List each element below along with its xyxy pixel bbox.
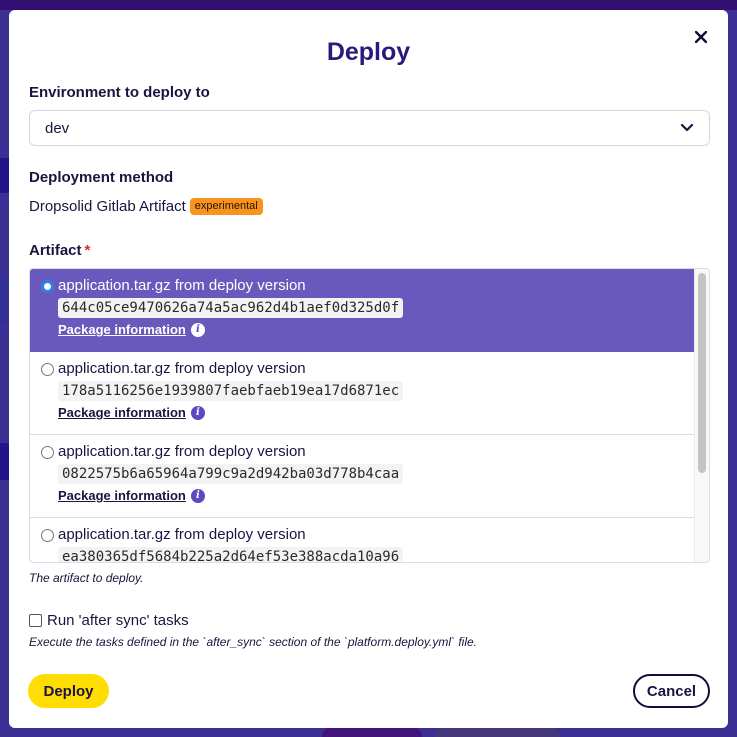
artifact-option[interactable]: application.tar.gz from deploy version 0… (30, 435, 695, 518)
artifact-radio[interactable] (41, 446, 54, 459)
deployment-method-value: Dropsolid Gitlab Artifact experimental (29, 198, 263, 215)
deployment-method-name: Dropsolid Gitlab Artifact (29, 198, 186, 215)
info-icon[interactable]: i (190, 405, 205, 420)
artifact-radio[interactable] (41, 529, 54, 542)
environment-select[interactable]: dev (29, 110, 710, 146)
experimental-badge: experimental (189, 198, 263, 215)
artifact-hash: 644c05ce9470626a74a5ac962d4b1aef0d325d0f (58, 298, 404, 318)
environment-label: Environment to deploy to (29, 84, 210, 101)
after-sync-help-text: Execute the tasks defined in the `after_… (29, 635, 477, 649)
scrollbar-thumb[interactable] (698, 273, 706, 473)
deployment-method-label: Deployment method (29, 169, 174, 186)
artifact-list-scrollbar[interactable] (694, 269, 709, 562)
artifact-label-text: Artifact (29, 242, 82, 259)
after-sync-label[interactable]: Run 'after sync' tasks (47, 612, 189, 629)
environment-selected-value: dev (45, 119, 70, 137)
artifact-option[interactable]: application.tar.gz from deploy version 6… (30, 269, 695, 352)
background-nav-item (0, 443, 9, 480)
artifact-option[interactable]: application.tar.gz from deploy version e… (30, 518, 695, 562)
artifact-title: application.tar.gz from deploy version (58, 443, 306, 460)
cancel-button[interactable]: Cancel (633, 674, 710, 708)
artifact-list[interactable]: application.tar.gz from deploy version 6… (29, 268, 710, 563)
close-icon (694, 30, 708, 44)
after-sync-option[interactable]: Run 'after sync' tasks (29, 612, 189, 629)
background-header (0, 0, 737, 10)
after-sync-checkbox[interactable] (29, 614, 42, 627)
artifact-hash: 178a5116256e1939807faebfaeb19ea17d6871ec (58, 381, 404, 401)
artifact-title: application.tar.gz from deploy version (58, 360, 306, 377)
deploy-button[interactable]: Deploy (28, 674, 109, 708)
package-information-link[interactable]: Package information (58, 405, 186, 420)
background-button (435, 727, 560, 737)
artifact-title: application.tar.gz from deploy version (58, 526, 306, 543)
artifact-hash: 0822575b6a65964a799c9a2d942ba03d778b4caa (58, 464, 404, 484)
chevron-down-icon (680, 121, 694, 135)
artifact-radio[interactable] (41, 363, 54, 376)
deploy-modal: Deploy Environment to deploy to dev Depl… (9, 10, 728, 728)
package-information-link[interactable]: Package information (58, 488, 186, 503)
artifact-radio[interactable] (41, 280, 54, 293)
background-nav-item (0, 158, 9, 193)
artifact-hash: ea380365df5684b225a2d64ef53e388acda10a96 (58, 547, 404, 562)
artifact-option[interactable]: application.tar.gz from deploy version 1… (30, 352, 695, 435)
artifact-label: Artifact * (29, 242, 90, 259)
artifact-help-text: The artifact to deploy. (29, 571, 144, 585)
info-icon[interactable]: i (190, 488, 205, 503)
required-marker: * (84, 242, 91, 259)
info-icon[interactable]: i (190, 322, 205, 337)
background-button (322, 727, 422, 737)
modal-title: Deploy (326, 38, 411, 66)
close-button[interactable] (690, 26, 712, 48)
package-information-link[interactable]: Package information (58, 322, 186, 337)
artifact-title: application.tar.gz from deploy version (58, 277, 306, 294)
artifact-list-items: application.tar.gz from deploy version 6… (30, 269, 695, 562)
background-nav-item (0, 278, 9, 323)
